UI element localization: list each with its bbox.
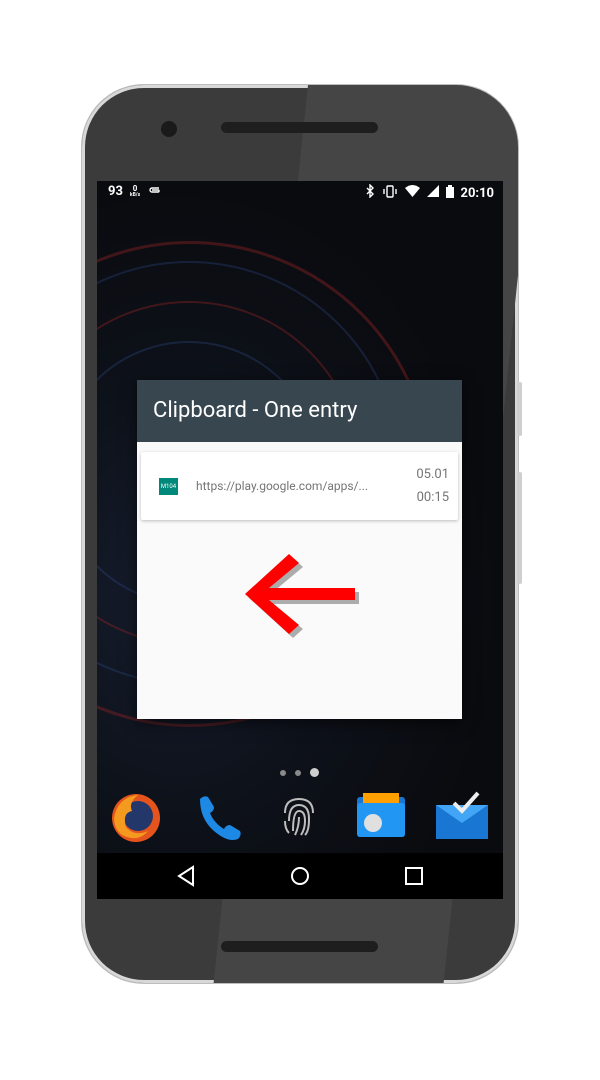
- phone-icon[interactable]: [190, 791, 246, 843]
- bottom-speaker: [221, 941, 378, 952]
- app-icon: M104: [159, 478, 178, 495]
- cell-signal-icon: [426, 185, 439, 201]
- inbox-icon[interactable]: [434, 791, 490, 843]
- firefox-icon[interactable]: [108, 791, 164, 843]
- power-button: [517, 472, 522, 584]
- clipboard-dialog: Clipboard - One entry M104 https://play.…: [137, 380, 462, 719]
- folder-app-icon[interactable]: [353, 791, 409, 843]
- home-icon[interactable]: [287, 863, 313, 889]
- battery-percent: 93: [108, 184, 123, 199]
- red-arrow-annotation: [245, 554, 359, 638]
- bluetooth-icon: [366, 183, 375, 202]
- wifi-icon: [404, 185, 420, 201]
- top-speaker: [221, 122, 378, 133]
- clipboard-entry[interactable]: M104 https://play.google.com/apps/... 05…: [141, 452, 458, 520]
- back-icon[interactable]: [173, 863, 199, 889]
- entry-date: 05.01: [416, 467, 449, 482]
- entry-time: 00:15: [416, 490, 449, 505]
- vibrate-icon: [382, 184, 398, 202]
- status-bar: 93 0 kB/s 20:10: [97, 181, 503, 203]
- phone-screen: 93 0 kB/s 20:10 Clipboard - One entry M1…: [97, 181, 503, 899]
- clock: 20:10: [460, 185, 495, 201]
- page-indicator: [280, 768, 319, 777]
- front-camera: [161, 121, 177, 137]
- battery-icon: [445, 184, 454, 202]
- page-dot[interactable]: [280, 769, 286, 776]
- page-dot-active[interactable]: [310, 768, 319, 777]
- network-speed: 0 kB/s: [129, 183, 141, 198]
- fingerprint-icon[interactable]: [271, 791, 327, 843]
- entry-text: https://play.google.com/apps/...: [196, 479, 369, 493]
- recents-icon[interactable]: [401, 863, 427, 889]
- volume-button: [517, 382, 522, 436]
- dialog-title: Clipboard - One entry: [137, 380, 462, 442]
- nav-bar: [97, 853, 503, 899]
- paperclip-icon: [147, 184, 161, 199]
- page-dot[interactable]: [295, 769, 301, 776]
